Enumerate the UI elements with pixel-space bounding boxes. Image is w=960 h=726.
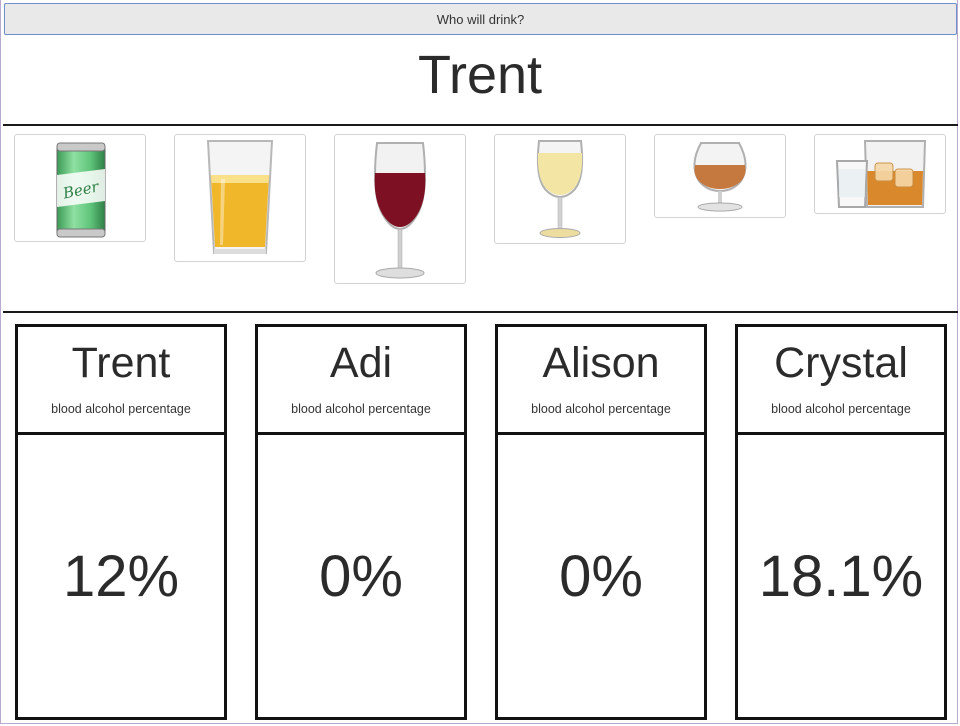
drink-pint-glass[interactable] bbox=[174, 134, 306, 262]
person-subtitle: blood alcohol percentage bbox=[771, 402, 911, 416]
person-name: Adi bbox=[329, 339, 393, 387]
brandy-snifter-icon bbox=[693, 142, 747, 212]
blood-alcohol-value: 12% bbox=[62, 543, 180, 609]
person-card-crystal: Crystal blood alcohol percentage 18.1% bbox=[735, 324, 947, 720]
person-card-header: Crystal blood alcohol percentage bbox=[738, 327, 944, 435]
drink-red-wine-glass[interactable] bbox=[334, 134, 466, 284]
person-card-adi: Adi blood alcohol percentage 0% bbox=[255, 324, 467, 720]
blood-alcohol-value: 0% bbox=[319, 543, 403, 609]
person-card-header: Trent blood alcohol percentage bbox=[18, 327, 224, 435]
drink-white-wine-glass[interactable] bbox=[494, 134, 626, 244]
person-card-header: Alison blood alcohol percentage bbox=[498, 327, 704, 435]
person-subtitle: blood alcohol percentage bbox=[531, 402, 671, 416]
beer-can-icon: Beer bbox=[56, 142, 106, 238]
person-name: Crystal bbox=[774, 339, 908, 387]
pint-glass-icon bbox=[206, 140, 274, 254]
red-wine-glass-icon bbox=[374, 142, 426, 279]
person-card-header: Adi blood alcohol percentage bbox=[258, 327, 464, 435]
drink-brandy-snifter[interactable] bbox=[654, 134, 786, 218]
person-name: Alison bbox=[542, 339, 660, 387]
blood-alcohol-value: 18.1% bbox=[758, 543, 924, 609]
drink-shot-and-whiskey[interactable] bbox=[814, 134, 946, 214]
top-divider bbox=[3, 124, 958, 126]
person-subtitle: blood alcohol percentage bbox=[51, 402, 191, 416]
white-wine-glass-icon bbox=[536, 140, 584, 238]
shot-and-whiskey-icon bbox=[835, 140, 927, 208]
bottom-divider bbox=[3, 311, 958, 313]
person-card-alison: Alison blood alcohol percentage 0% bbox=[495, 324, 707, 720]
who-will-drink-button[interactable]: Who will drink? bbox=[4, 3, 957, 35]
current-drinker-name: Trent bbox=[417, 45, 543, 105]
person-subtitle: blood alcohol percentage bbox=[291, 402, 431, 416]
blood-alcohol-value: 0% bbox=[559, 543, 643, 609]
drinking-game-page: Who will drink? Trent Beer Trent blood a… bbox=[0, 0, 958, 724]
person-name: Trent bbox=[71, 339, 171, 387]
person-card-trent: Trent blood alcohol percentage 12% bbox=[15, 324, 227, 720]
drink-beer-can[interactable]: Beer bbox=[14, 134, 146, 242]
